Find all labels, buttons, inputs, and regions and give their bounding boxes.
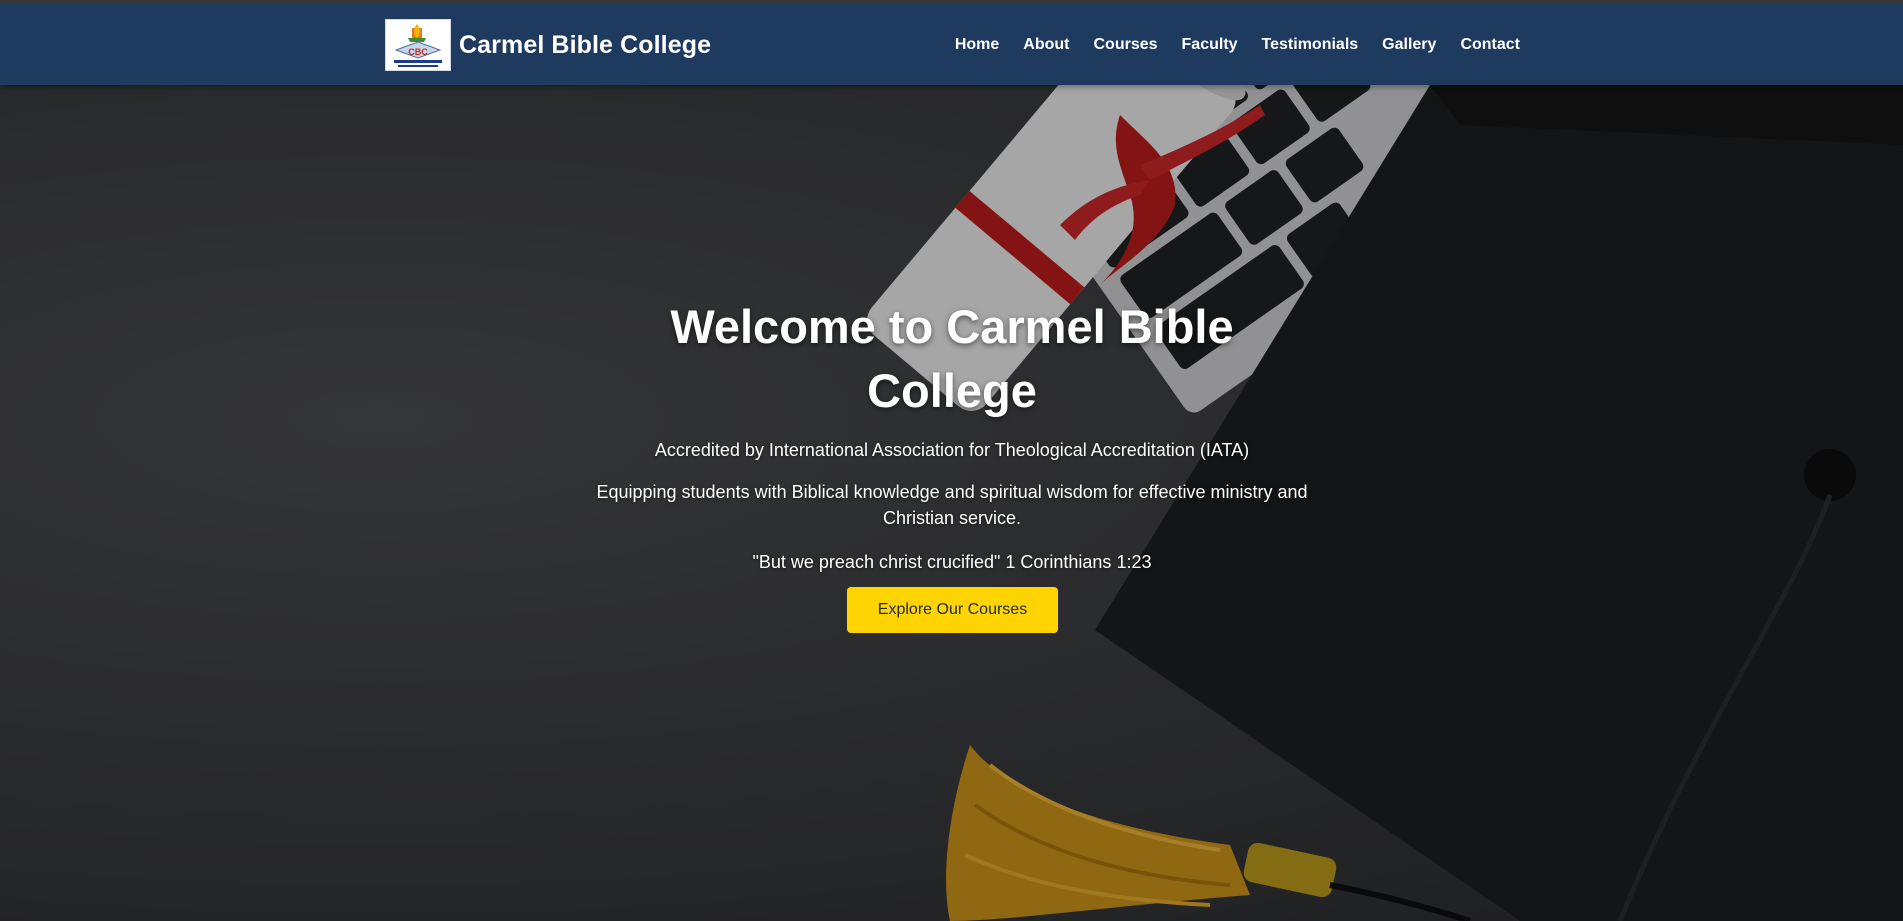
main-nav: Home About Courses Faculty Testimonials … [931,36,1520,54]
nav-home[interactable]: Home [955,36,999,54]
hero-title: Welcome to Carmel Bible College [670,300,1234,417]
college-crest-icon[interactable]: CBC [385,19,451,71]
site-brand-name[interactable]: Carmel Bible College [459,31,711,60]
nav-faculty[interactable]: Faculty [1182,36,1238,54]
hero-accreditation: Accredited by International Association … [654,440,1250,460]
svg-text:CBC: CBC [408,47,428,57]
explore-courses-button[interactable]: Explore Our Courses [847,587,1058,633]
nav-gallery[interactable]: Gallery [1382,36,1436,54]
site-header: CBC Carmel Bible College Home About Cour… [0,3,1903,85]
nav-testimonials[interactable]: Testimonials [1262,36,1359,54]
nav-courses[interactable]: Courses [1094,36,1158,54]
nav-about[interactable]: About [1023,36,1069,54]
hero-verse: "But we preach christ crucified" 1 Corin… [752,552,1152,572]
hero-section: Welcome to Carmel Bible College Accredit… [0,85,1903,921]
nav-contact[interactable]: Contact [1460,36,1520,54]
hero-tagline: Equipping students with Biblical knowled… [596,482,1308,528]
